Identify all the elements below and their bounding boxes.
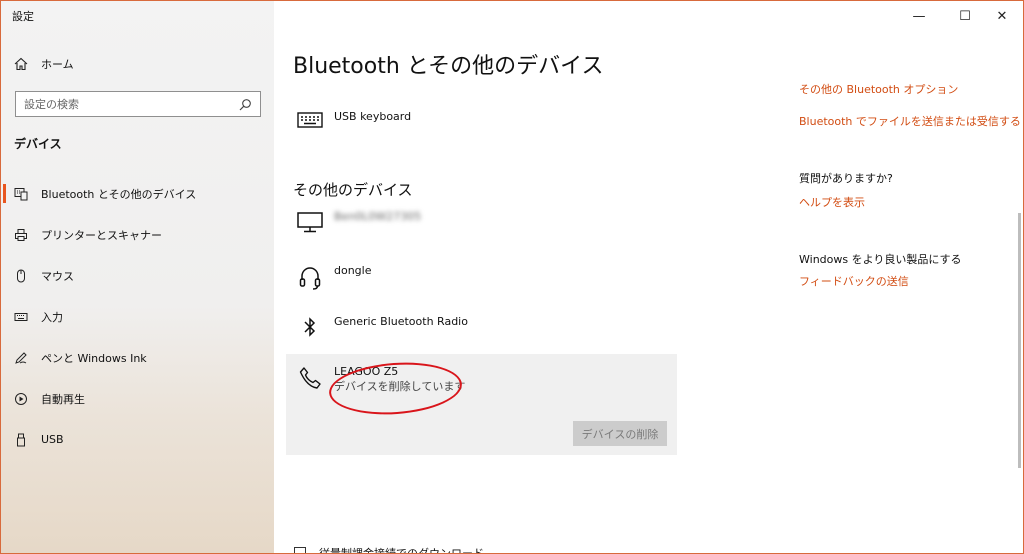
metered-download-checkbox[interactable] <box>294 547 306 553</box>
sidebar-nav-list: Bluetooth とその他のデバイス プリンターとスキャナー マウス 入力 ペ… <box>1 173 274 460</box>
sidebar-item-bluetooth[interactable]: Bluetooth とその他のデバイス <box>1 173 274 214</box>
sidebar-item-mouse[interactable]: マウス <box>1 255 274 296</box>
remove-device-button[interactable]: デバイスの削除 <box>573 421 667 446</box>
phone-icon <box>286 364 334 390</box>
metered-download-label: 従量制課金接続でのダウンロード <box>319 547 484 554</box>
device-bluetooth-radio[interactable]: Generic Bluetooth Radio <box>286 314 676 338</box>
home-icon <box>1 57 41 71</box>
close-icon: ✕ <box>996 8 1008 24</box>
search-icon[interactable] <box>238 97 252 111</box>
sidebar: 設定 ホーム デバイス Bluetooth とその他のデバイス <box>1 1 274 553</box>
app-title: 設定 <box>12 10 34 23</box>
minimize-button[interactable]: — <box>896 1 942 31</box>
sidebar-item-autoplay[interactable]: 自動再生 <box>1 378 274 419</box>
maximize-icon: ☐ <box>959 8 971 24</box>
bluetooth-devices-icon <box>1 187 41 201</box>
device-name: Ben0L0W27305 <box>334 210 422 223</box>
monitor-icon <box>286 209 334 233</box>
minimize-icon: — <box>912 8 926 24</box>
sidebar-item-label: USB <box>41 433 64 446</box>
device-name: dongle <box>334 264 372 277</box>
pen-icon <box>1 351 41 365</box>
settings-window: 設定 ホーム デバイス Bluetooth とその他のデバイス <box>0 0 1024 554</box>
device-usb-keyboard[interactable]: USB keyboard <box>286 109 676 129</box>
mouse-icon <box>1 269 41 283</box>
scrollbar[interactable] <box>1018 213 1021 468</box>
sidebar-item-label: ホーム <box>41 58 74 71</box>
improve-heading: Windows をより良い製品にする <box>799 253 962 266</box>
sidebar-item-pen[interactable]: ペンと Windows Ink <box>1 337 274 378</box>
sidebar-item-label: プリンターとスキャナー <box>41 228 162 242</box>
device-dongle[interactable]: dongle <box>286 263 676 291</box>
device-monitor[interactable]: Ben0L0W27305 <box>286 209 676 233</box>
sidebar-item-usb[interactable]: USB <box>1 419 274 460</box>
usb-icon <box>1 433 41 447</box>
bluetooth-icon <box>286 314 334 338</box>
page-title: Bluetooth とその他のデバイス <box>293 54 604 79</box>
sidebar-item-label: ペンと Windows Ink <box>41 351 147 365</box>
sidebar-item-label: Bluetooth とその他のデバイス <box>41 187 197 201</box>
printer-icon <box>1 228 41 242</box>
device-name: Generic Bluetooth Radio <box>334 315 468 328</box>
feedback-link[interactable]: フィードバックの送信 <box>799 273 909 289</box>
headset-icon <box>286 263 334 291</box>
sidebar-item-label: 入力 <box>41 310 63 324</box>
sidebar-item-label: マウス <box>41 269 74 283</box>
sidebar-item-printers[interactable]: プリンターとスキャナー <box>1 214 274 255</box>
help-link[interactable]: ヘルプを表示 <box>799 194 865 210</box>
keyboard-icon <box>286 109 334 129</box>
sidebar-item-typing[interactable]: 入力 <box>1 296 274 337</box>
bluetooth-options-link[interactable]: その他の Bluetooth オプション <box>799 81 958 97</box>
autoplay-icon <box>1 392 41 406</box>
keyboard-icon <box>1 310 41 324</box>
question-heading: 質問がありますか? <box>799 172 893 185</box>
close-button[interactable]: ✕ <box>979 1 1023 31</box>
settings-search-input[interactable] <box>24 97 238 111</box>
settings-search-box[interactable] <box>15 91 261 117</box>
sidebar-item-label: 自動再生 <box>41 392 85 406</box>
send-files-link[interactable]: Bluetooth でファイルを送信または受信する <box>799 113 1021 129</box>
sidebar-item-home[interactable]: ホーム <box>1 51 274 77</box>
sidebar-section-title: デバイス <box>14 137 62 151</box>
device-name: USB keyboard <box>334 110 412 123</box>
other-devices-heading: その他のデバイス <box>293 181 413 199</box>
